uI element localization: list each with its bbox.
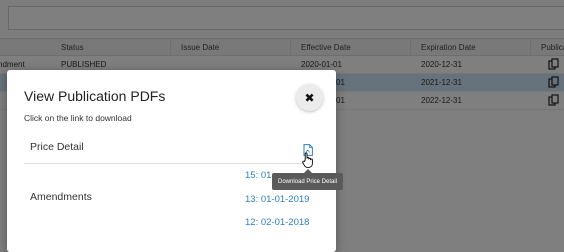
download-tooltip: Download Price Detail (272, 169, 343, 190)
publication-pdfs-modal: View Publication PDFs Click on the link … (7, 70, 336, 252)
amendment-link[interactable]: 12: 02-01-2018 (245, 217, 309, 228)
close-button[interactable]: ✖ (296, 84, 323, 111)
modal-subtitle: Click on the link to download (24, 113, 132, 123)
amendment-link[interactable]: 15: 01 (245, 170, 271, 181)
amendment-link[interactable]: 13: 01-01-2019 (245, 194, 309, 205)
modal-title: View Publication PDFs (24, 88, 166, 104)
hand-cursor-icon (302, 152, 313, 168)
close-icon: ✖ (304, 90, 315, 105)
price-detail-label: Price Detail (30, 141, 84, 153)
section-divider (24, 163, 311, 164)
amendments-label: Amendments (30, 191, 92, 203)
